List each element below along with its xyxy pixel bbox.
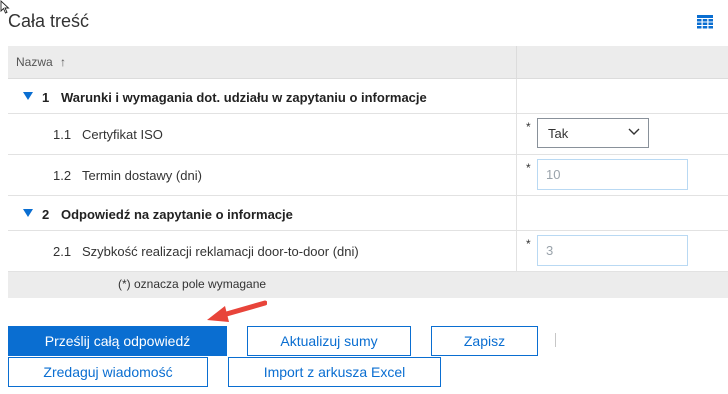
collapse-triangle-icon[interactable] <box>23 209 33 217</box>
section-title: Odpowiedź na zapytanie o informacje <box>61 207 293 222</box>
section-number: 1 <box>42 90 50 105</box>
table-grid-icon[interactable] <box>697 15 713 29</box>
question-number: 1.1 <box>53 127 72 142</box>
sort-ascending-icon[interactable]: ↑ <box>60 55 66 69</box>
chevron-down-icon <box>628 128 640 135</box>
question-row: 1.1 Certyfikat ISO * Tak <box>8 114 728 155</box>
complaint-speed-field-wrapper <box>537 235 688 266</box>
delivery-time-field[interactable] <box>538 160 687 189</box>
page-title: Cała treść <box>8 11 90 31</box>
question-label: Certyfikat ISO <box>82 127 163 142</box>
collapse-triangle-icon[interactable] <box>23 92 33 100</box>
column-divider <box>516 114 517 154</box>
update-totals-button[interactable]: Aktualizuj sumy <box>247 326 411 356</box>
column-divider <box>516 155 517 195</box>
question-number: 2.1 <box>53 244 72 259</box>
column-divider <box>516 79 517 113</box>
column-header-name[interactable]: Nazwa <box>16 55 53 69</box>
table-header: Nazwa ↑ <box>8 46 728 79</box>
question-label: Termin dostawy (dni) <box>82 168 202 183</box>
save-button[interactable]: Zapisz <box>431 326 538 356</box>
column-divider <box>516 46 517 78</box>
required-marker: * <box>526 237 531 251</box>
import-excel-button[interactable]: Import z arkusza Excel <box>228 357 441 387</box>
question-number: 1.2 <box>53 168 72 183</box>
section-row: 1 Warunki i wymagania dot. udziału w zap… <box>8 79 728 114</box>
delivery-time-field-wrapper <box>537 159 688 190</box>
content-table: Nazwa ↑ 1 Warunki i wymagania dot. udzia… <box>8 46 728 298</box>
column-divider <box>516 231 517 271</box>
edit-message-button[interactable]: Zredaguj wiadomość <box>8 357 208 387</box>
required-fields-note: (*) oznacza pole wymagane <box>118 277 267 291</box>
red-arrow-icon <box>207 300 267 322</box>
question-label: Szybkość realizacji reklamacji door-to-d… <box>82 244 359 259</box>
select-value: Tak <box>548 126 569 141</box>
complaint-speed-field[interactable] <box>538 236 687 265</box>
iso-certificate-select[interactable]: Tak <box>537 118 649 148</box>
section-title: Warunki i wymagania dot. udziału w zapyt… <box>61 90 427 105</box>
section-number: 2 <box>42 207 50 222</box>
submit-all-button[interactable]: Prześlij całą odpowiedź <box>8 326 227 356</box>
table-footer: (*) oznacza pole wymagane <box>8 272 728 298</box>
question-row: 1.2 Termin dostawy (dni) * <box>8 155 728 196</box>
section-row: 2 Odpowiedź na zapytanie o informacje <box>8 196 728 231</box>
column-divider <box>516 196 517 230</box>
button-divider <box>555 333 556 347</box>
question-row: 2.1 Szybkość realizacji reklamacji door-… <box>8 231 728 272</box>
required-marker: * <box>526 161 531 175</box>
required-marker: * <box>526 120 531 134</box>
